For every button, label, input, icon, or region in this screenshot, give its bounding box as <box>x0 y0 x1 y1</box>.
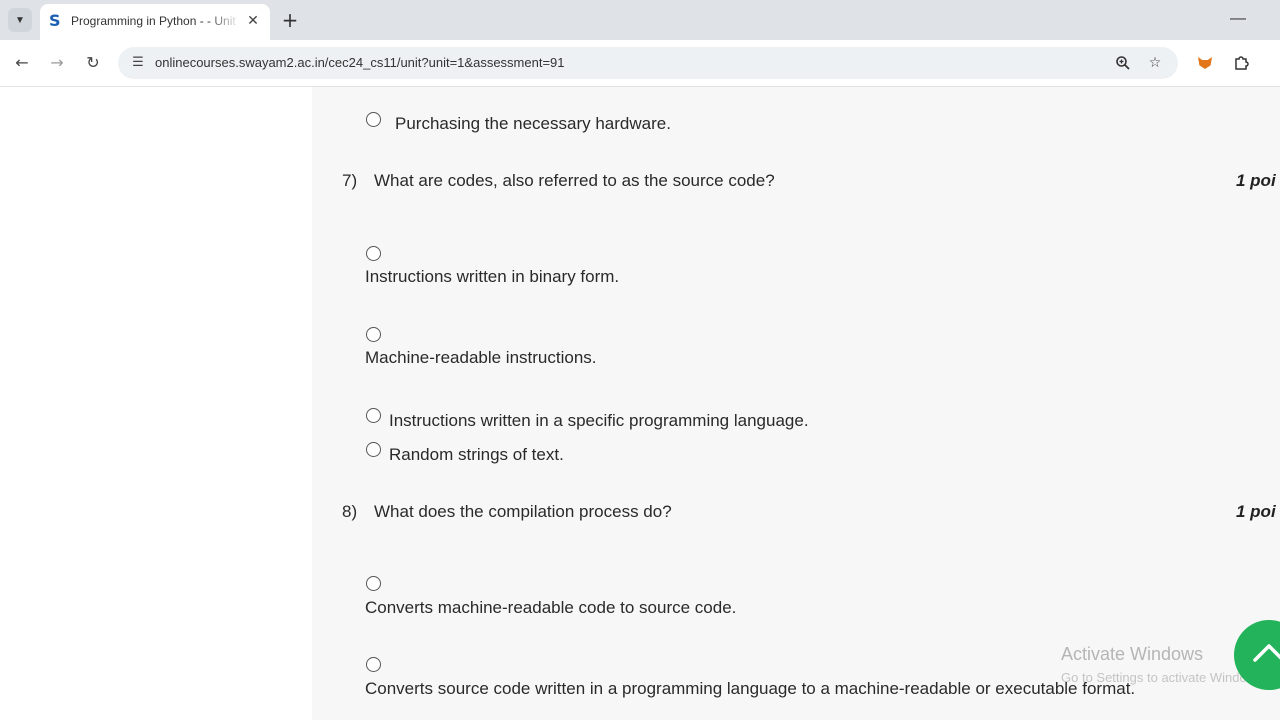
tab-search-button[interactable]: ▼ <box>8 8 32 32</box>
extensions-puzzle-icon[interactable] <box>1229 51 1253 75</box>
prev-option-text: Purchasing the necessary hardware. <box>395 114 671 133</box>
reload-button[interactable]: ↻ <box>81 51 105 75</box>
radio-q7-option-2[interactable] <box>366 327 381 342</box>
swayam-favicon-icon: S <box>49 11 61 30</box>
reload-icon: ↻ <box>86 53 100 72</box>
left-sidebar <box>0 87 312 720</box>
chevron-up-icon <box>1253 644 1280 662</box>
forward-button[interactable]: → <box>45 51 69 75</box>
browser-tab-active[interactable]: S Programming in Python - - Unit ✕ <box>40 4 270 40</box>
new-tab-button[interactable]: + <box>280 8 300 32</box>
url-text[interactable]: onlinecourses.swayam2.ac.in/cec24_cs11/u… <box>155 55 565 70</box>
q8-option-2-text: Converts source code written in a progra… <box>365 679 1136 698</box>
windows-watermark-title: Activate Windows <box>1061 644 1204 664</box>
zoom-icon[interactable] <box>1111 51 1135 75</box>
q7-option-3-text: Instructions written in a specific progr… <box>389 411 809 430</box>
plus-icon: + <box>281 8 299 32</box>
site-info-icon[interactable]: ☰ <box>126 51 150 75</box>
q7-option-2-text: Machine-readable instructions. <box>365 348 597 367</box>
minimize-icon: — <box>1230 10 1246 27</box>
metamask-extension-icon[interactable] <box>1193 51 1217 75</box>
bookmark-star-icon[interactable]: ☆ <box>1143 51 1167 75</box>
tab-close-icon[interactable]: ✕ <box>244 12 262 30</box>
browser-toolbar: ← → ↻ ☰ onlinecourses.swayam2.ac.in/cec2… <box>0 40 1280 87</box>
q8-option-1-text: Converts machine-readable code to source… <box>365 598 737 617</box>
q7-option-1-text: Instructions written in binary form. <box>365 267 620 286</box>
address-bar[interactable]: ☰ onlinecourses.swayam2.ac.in/cec24_cs11… <box>118 47 1178 79</box>
radio-q7-option-3[interactable] <box>366 408 381 423</box>
radio-q8-option-2[interactable] <box>366 657 381 672</box>
radio-q8-option-1[interactable] <box>366 576 381 591</box>
question-8-number: 8) <box>342 502 358 521</box>
windows-watermark-subtitle: Go to Settings to activate Windows. <box>1061 670 1267 685</box>
question-7-points: 1 poi <box>1236 171 1276 190</box>
arrow-right-icon: → <box>50 53 64 72</box>
question-7-number: 7) <box>342 171 358 190</box>
question-8-text: What does the compilation process do? <box>374 502 672 521</box>
chevron-down-icon: ▼ <box>15 14 25 26</box>
window-minimize-button[interactable]: — <box>1228 8 1248 32</box>
radio-q7-option-1[interactable] <box>366 246 381 261</box>
question-7-text: What are codes, also referred to as the … <box>374 171 775 190</box>
question-8-points: 1 poi <box>1236 502 1276 521</box>
tab-title: Programming in Python - - Unit <box>71 14 236 28</box>
assessment-content: Purchasing the necessary hardware. 7) Wh… <box>312 87 1280 720</box>
arrow-left-icon: ← <box>15 53 29 72</box>
browser-tab-strip: ▼ S Programming in Python - - Unit ✕ + — <box>0 0 1280 40</box>
back-button[interactable]: ← <box>10 51 34 75</box>
radio-q7-option-4[interactable] <box>366 442 381 457</box>
page-viewport: Purchasing the necessary hardware. 7) Wh… <box>0 87 1280 720</box>
radio-prev-option[interactable] <box>366 112 381 127</box>
q7-option-4-text: Random strings of text. <box>389 445 564 464</box>
